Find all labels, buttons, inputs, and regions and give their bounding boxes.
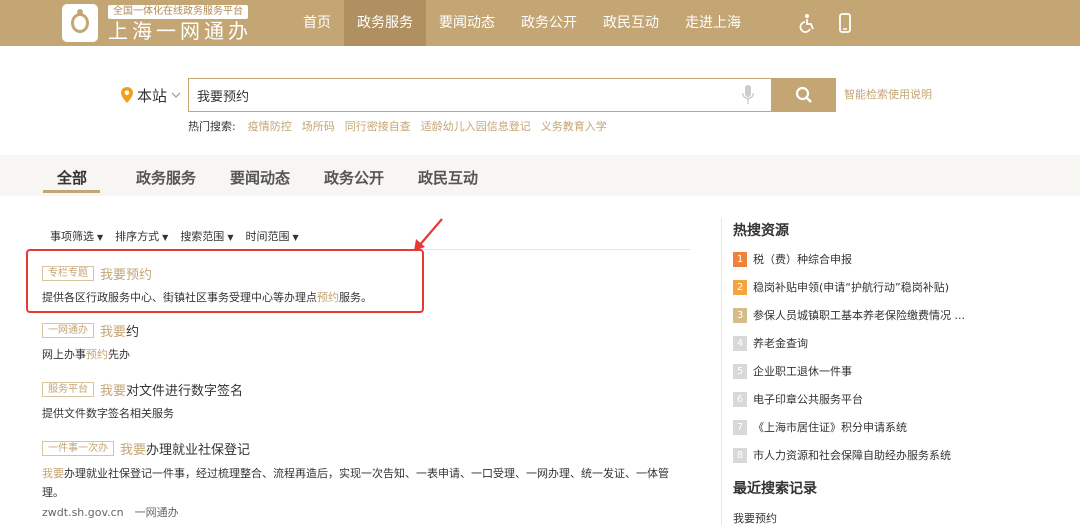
rank-badge: 3 (733, 307, 747, 323)
hot-resource-item[interactable]: 2 稳岗补贴申领(申请“护航行动”稳岗补贴) (733, 273, 965, 301)
result-source[interactable]: zwdt.sh.gov.cn 一网通办 (42, 504, 690, 520)
result-badge: 一件事一次办 (42, 441, 114, 456)
hot-resource-item[interactable]: 4 养老金查询 (733, 329, 965, 357)
result-item: 服务平台 我要对文件进行数字签名 提供文件数字签名相关服务 (42, 379, 243, 421)
result-description: 我要办理就业社保登记一件事，经过梳理整合、流程再造后，实现一次告知、一表申请、一… (42, 467, 669, 499)
hot-search-term[interactable]: 疫情防控 (248, 118, 292, 134)
filter-sort[interactable]: 排序方式 ▼ (115, 228, 168, 249)
hot-search-label: 热门搜索: (188, 120, 236, 133)
hot-resource-item[interactable]: 7 《上海市居住证》积分申请系统 (733, 413, 965, 441)
annotation-highlight-box (26, 249, 424, 313)
result-title[interactable]: 我要对文件进行数字签名 (100, 380, 243, 399)
filter-item-type[interactable]: 事项筛选 ▼ (50, 228, 103, 249)
rank-badge: 6 (733, 391, 747, 407)
tab-news[interactable]: 要闻动态 (230, 167, 290, 188)
hot-resource-item[interactable]: 6 电子印章公共服务平台 (733, 385, 965, 413)
search-input[interactable] (197, 79, 727, 111)
caret-down-icon: ▼ (292, 233, 299, 242)
search-button[interactable] (772, 78, 836, 112)
hot-search-term[interactable]: 义务教育入学 (541, 118, 607, 134)
site-title[interactable]: 上海一网通办 (108, 19, 252, 43)
tab-interaction[interactable]: 政民互动 (418, 167, 478, 188)
result-title[interactable]: 我要办理就业社保登记 (120, 439, 250, 458)
location-pin-icon (121, 87, 133, 103)
location-selector[interactable]: 本站 (120, 84, 181, 106)
caret-down-icon: ▼ (227, 233, 234, 242)
hot-search-term[interactable]: 同行密接自查 (345, 118, 411, 134)
filter-scope[interactable]: 搜索范围 ▼ (180, 228, 233, 249)
microphone-icon[interactable] (741, 84, 755, 106)
result-item: 一件事一次办 我要办理就业社保登记 我要办理就业社保登记一件事，经过梳理整合、流程… (42, 438, 690, 520)
rank-badge: 7 (733, 419, 747, 435)
hot-resource-item[interactable]: 5 企业职工退休一件事 (733, 357, 965, 385)
tab-all[interactable]: 全部 (57, 167, 87, 188)
active-tab-indicator (43, 190, 100, 193)
search-help-link[interactable]: 智能检索使用说明 (844, 86, 932, 102)
nav-interaction[interactable]: 政民互动 (590, 0, 672, 46)
result-badge: 一网通办 (42, 323, 94, 338)
nav-about-shanghai[interactable]: 走进上海 (672, 0, 754, 46)
chevron-down-icon (171, 92, 181, 98)
hot-resources-title: 热搜资源 (733, 223, 789, 239)
column-divider (721, 218, 722, 525)
result-tabs: 全部 政务服务 要闻动态 政务公开 政民互动 (0, 155, 1080, 196)
top-header: 全国一体化在线政务服务平台 上海一网通办 首页 政务服务 要闻动态 政务公开 政… (0, 0, 1080, 46)
nav-news[interactable]: 要闻动态 (426, 0, 508, 46)
accessibility-icon[interactable] (798, 13, 818, 33)
hot-search-term[interactable]: 场所码 (302, 118, 335, 134)
hot-resources-list: 1 税（费）种综合申报 2 稳岗补贴申领(申请“护航行动”稳岗补贴) 3 参保人员城镇… (733, 245, 965, 469)
search-icon (795, 86, 812, 103)
location-label: 本站 (137, 86, 168, 105)
result-badge: 服务平台 (42, 382, 94, 397)
filter-time[interactable]: 时间范围 ▼ (245, 228, 298, 249)
platform-tagline: 全国一体化在线政务服务平台 (108, 5, 248, 19)
search-box (188, 78, 772, 112)
caret-down-icon: ▼ (162, 233, 169, 242)
annotation-arrow-icon (414, 218, 443, 251)
main-nav: 首页 政务服务 要闻动态 政务公开 政民互动 走进上海 (290, 0, 754, 46)
result-description: 提供文件数字签名相关服务 (42, 407, 174, 420)
rank-badge: 8 (733, 447, 747, 463)
shanghai-logo-icon[interactable] (62, 4, 98, 42)
rank-badge: 5 (733, 363, 747, 379)
nav-home[interactable]: 首页 (290, 0, 344, 46)
hot-search-term[interactable]: 适龄幼儿入园信息登记 (421, 118, 531, 134)
tab-gov-services[interactable]: 政务服务 (136, 167, 196, 188)
recent-search-item[interactable]: 我要预约 (733, 510, 777, 525)
rank-badge: 2 (733, 279, 747, 295)
caret-down-icon: ▼ (97, 233, 104, 242)
rank-badge: 1 (733, 251, 747, 267)
nav-gov-public[interactable]: 政务公开 (508, 0, 590, 46)
mobile-icon[interactable] (835, 13, 855, 33)
result-description: 网上办事预约先办 (42, 348, 130, 361)
nav-gov-services[interactable]: 政务服务 (344, 0, 426, 46)
filter-bar: 事项筛选 ▼ 排序方式 ▼ 搜索范围 ▼ 时间范围 ▼ (50, 228, 690, 250)
result-item: 一网通办 我要约 网上办事预约先办 (42, 320, 139, 362)
tab-gov-public[interactable]: 政务公开 (324, 167, 384, 188)
hot-resource-item[interactable]: 1 税（费）种综合申报 (733, 245, 965, 273)
hot-resource-item[interactable]: 3 参保人员城镇职工基本养老保险缴费情况 ... (733, 301, 965, 329)
result-title[interactable]: 我要约 (100, 321, 139, 340)
recent-searches-title: 最近搜索记录 (733, 481, 817, 497)
rank-badge: 4 (733, 335, 747, 351)
hot-searches: 热门搜索: 疫情防控 场所码 同行密接自查 适龄幼儿入园信息登记 义务教育入学 (188, 118, 617, 134)
hot-resource-item[interactable]: 8 市人力资源和社会保障自助经办服务系统 (733, 441, 965, 469)
